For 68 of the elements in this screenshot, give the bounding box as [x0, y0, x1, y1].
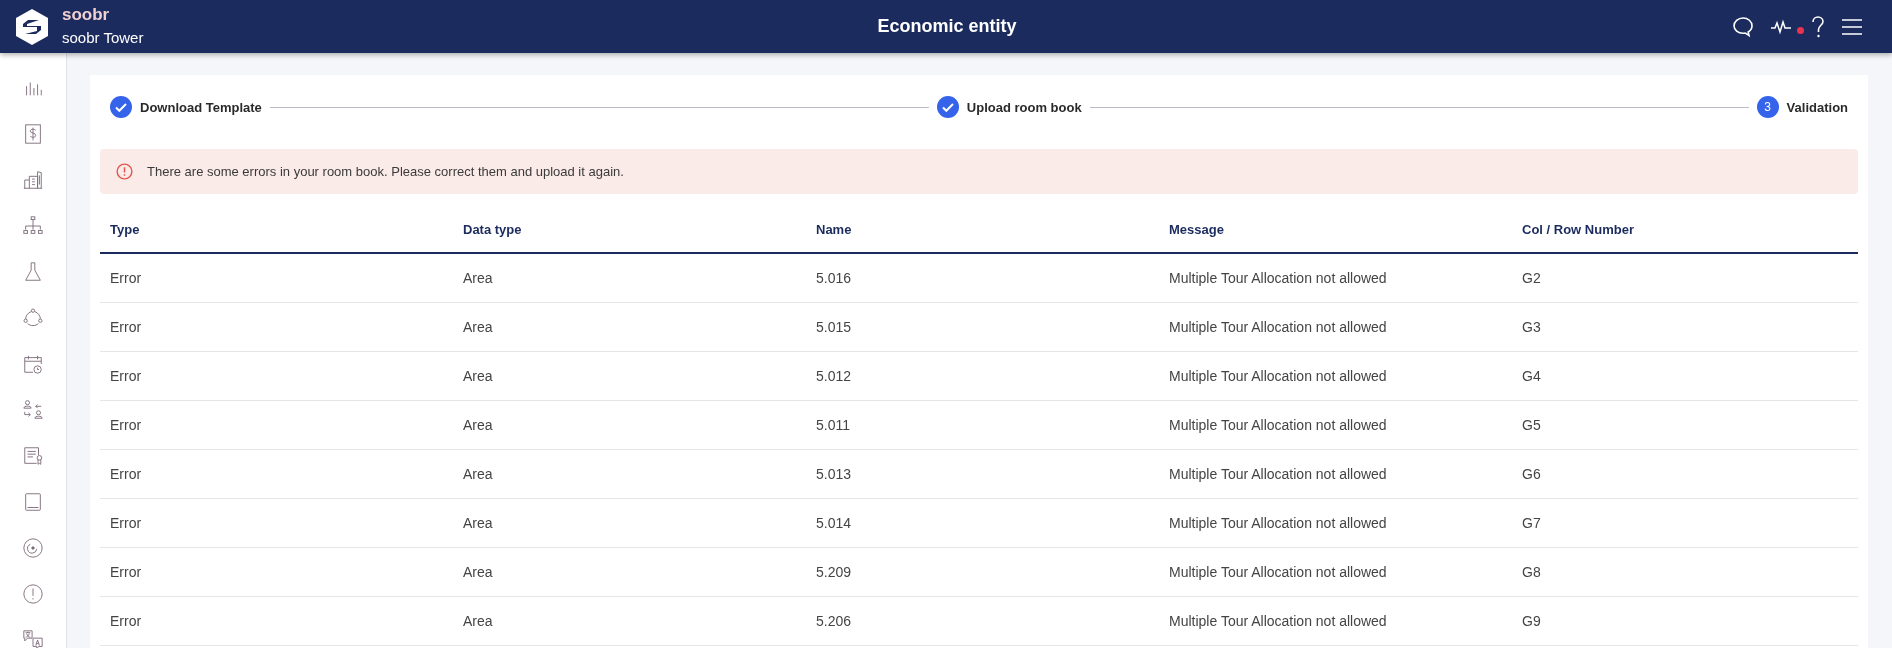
- table-cell-text: 5.209: [816, 564, 853, 580]
- table-cell-text: Error: [110, 466, 143, 482]
- column-header: Type: [110, 221, 141, 237]
- table-cell-text: Multiple Tour Allocation not allowed: [1169, 613, 1388, 629]
- table-cell-text: 5.016: [816, 270, 853, 286]
- help-icon[interactable]: [1810, 14, 1826, 39]
- table-cell-text: Multiple Tour Allocation not allowed: [1169, 319, 1388, 335]
- table-cell-text: Error: [110, 613, 143, 629]
- translate-icon: [22, 629, 44, 648]
- chat-bubble-icon[interactable]: [1731, 14, 1755, 39]
- table-cell-text: 5.012: [816, 368, 853, 384]
- table-cell-text: 5.206: [816, 613, 853, 629]
- step-label: Upload room book: [966, 99, 1082, 115]
- flask-icon: [22, 261, 44, 283]
- table-cell-text: Area: [463, 368, 494, 384]
- table-cell-text: Error: [110, 564, 143, 580]
- column-header: Col / Row Number: [1522, 221, 1635, 237]
- table-cell-text: Area: [463, 564, 494, 580]
- table-cell-text: G2: [1522, 270, 1542, 286]
- table-cell-text: G8: [1522, 564, 1542, 580]
- table-cell-text: G9: [1522, 613, 1542, 629]
- table-cell-text: 5.013: [816, 466, 853, 482]
- table-cell-text: Area: [463, 466, 494, 482]
- column-header: Data type: [463, 221, 523, 237]
- table-cell-text: 5.011: [816, 417, 851, 433]
- table-cell-text: Multiple Tour Allocation not allowed: [1169, 368, 1388, 384]
- user-swap-icon: [22, 399, 44, 421]
- table-cell-text: Area: [463, 515, 494, 531]
- step-label: Download Template: [140, 99, 262, 115]
- table-cell-text: Area: [463, 270, 494, 286]
- page-title: Economic entity: [876, 16, 1018, 37]
- table-cell-text: Multiple Tour Allocation not allowed: [1169, 270, 1388, 286]
- table-cell-text: 5.015: [816, 319, 853, 335]
- column-header: Message: [1169, 221, 1225, 237]
- calendar-clock-icon: [22, 353, 44, 375]
- table-cell-text: G6: [1522, 466, 1542, 482]
- column-header: Name: [816, 221, 853, 237]
- table-cell-text: G4: [1522, 368, 1542, 384]
- table-cell-text: Area: [463, 319, 494, 335]
- step-number: 3: [1756, 96, 1779, 118]
- table-cell-text: Error: [110, 417, 143, 433]
- dollar-icon: [22, 123, 44, 145]
- table-cell-text: Multiple Tour Allocation not allowed: [1169, 417, 1388, 433]
- hierarchy-icon: [22, 215, 44, 237]
- brand-name: soobr: [62, 5, 111, 24]
- book-icon: [22, 491, 44, 513]
- step-label: Validation: [1786, 99, 1848, 115]
- table-cell-text: G3: [1522, 319, 1542, 335]
- table-cell-text: Error: [110, 515, 143, 531]
- table-cell-text: 5.014: [816, 515, 853, 531]
- site-name: soobr Tower: [62, 27, 144, 48]
- table-cell-text: Multiple Tour Allocation not allowed: [1169, 466, 1388, 482]
- certificate-icon: [22, 445, 44, 467]
- table-cell-text: Area: [463, 417, 494, 433]
- building-icon: [22, 169, 44, 191]
- target-icon: [22, 537, 44, 559]
- table-cell-text: Error: [110, 319, 143, 335]
- error-icon: [116, 163, 133, 180]
- table-cell-text: Error: [110, 270, 143, 286]
- cycle-icon: [22, 307, 44, 329]
- table-cell-text: Multiple Tour Allocation not allowed: [1169, 564, 1388, 580]
- table-cell-text: Error: [110, 368, 143, 384]
- alert-icon: [22, 583, 44, 605]
- table-cell-text: G7: [1522, 515, 1542, 531]
- alert-message: There are some errors in your room book. Please correct them and upload it again.: [147, 164, 624, 179]
- table-cell-text: Area: [463, 613, 494, 629]
- table-cell-text: G5: [1522, 417, 1542, 433]
- table-cell-text: Multiple Tour Allocation not allowed: [1169, 515, 1388, 531]
